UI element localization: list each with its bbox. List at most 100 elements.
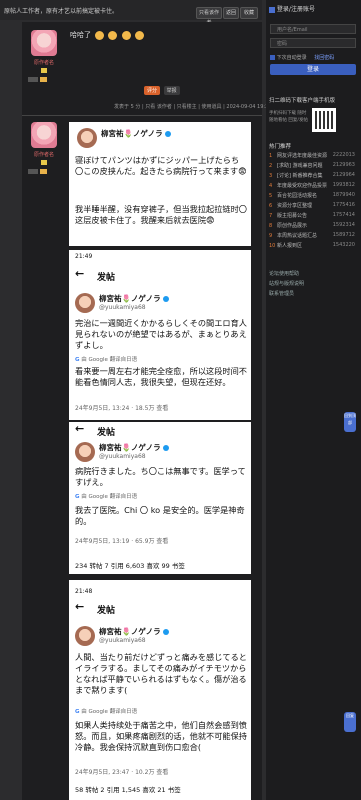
tweet-text-jp: 病院行きました。ち〇こは無事です。医学ってすげえ。: [75, 466, 246, 487]
hot-count: 2222013: [332, 152, 355, 158]
hot-count: 1775416: [332, 202, 355, 208]
page-title: 发帖: [97, 606, 116, 616]
login-button[interactable]: 登录: [270, 64, 356, 75]
user-icon: [269, 6, 275, 13]
qr-section-title: 扫二维码下载客户端手机版: [269, 98, 336, 104]
only-author-button[interactable]: 只看该作者: [196, 7, 222, 26]
hot-count: 1543220: [332, 242, 355, 248]
tweet-text-cn: 看来要一周左右才能完全痊愈，所以这段时间不能看色情同人志，我很失望，但现在还好。: [75, 366, 247, 387]
back-arrow-icon: ←: [75, 422, 85, 435]
post1-actions: 评分 举报: [144, 86, 182, 95]
medal-icon: [41, 160, 47, 165]
laugh-emoji-icon: [121, 30, 131, 40]
hot-item[interactable]: 1 网友评选年度最佳资源 2222013: [269, 152, 357, 159]
hot-count: 2129964: [332, 172, 355, 178]
avatar[interactable]: [31, 30, 57, 56]
hot-count: 2129963: [332, 162, 355, 168]
verified-icon: [162, 629, 169, 635]
tweet-text-jp: 寝ぼけてパンツはかずにジッパー上げたらち〇この皮挟んだ。起きたら病院行って来ます…: [75, 155, 247, 176]
qr-description: 手机扫码下载 随时随地看帖 回复/发帖: [269, 111, 308, 123]
hot-item[interactable]: 3 [讨论] 新番推荐合集 2129964: [269, 172, 357, 179]
post1-username[interactable]: 原作者名: [24, 59, 64, 66]
hot-title: 百合花园活动报名: [277, 193, 318, 199]
gift-icon[interactable]: [39, 169, 47, 174]
username-input[interactable]: 用户名/Email: [270, 24, 356, 34]
medal-icon: [41, 68, 47, 73]
verified-icon: [164, 131, 171, 137]
hot-title: 版主招募公告: [277, 213, 308, 219]
rate-button[interactable]: 评分: [144, 86, 161, 95]
hot-item[interactable]: 2 [求助] 游戏兼容问题 2129963: [269, 162, 357, 169]
favorite-button[interactable]: 收藏: [240, 7, 258, 19]
tweet-text-cn: 我去了医院。Chi 〇 ko 是安全的。医学是神奇的。: [75, 505, 245, 526]
qr-code[interactable]: [312, 108, 336, 132]
tweet-screenshot-1[interactable]: 柳宮祐🌷ノゲノラ 寝ぼけてパンツはかずにジッパー上げたらち〇この皮挟んだ。起きた…: [69, 122, 251, 246]
hot-count: 1879940: [332, 192, 355, 198]
tweet-text-jp: 完治に一週間近くかかるらしくその間エロ育人見られないのが絶望ではあるが、まぁとり…: [75, 318, 247, 350]
hot-title: [讨论] 新番推荐合集: [277, 173, 323, 179]
tweet-text-jp: 人間、当たり前だけどずっと痛みを感じてるとイライラする。ましてその痛みがイチモツ…: [75, 652, 247, 695]
hot-rank: 8: [269, 223, 273, 229]
laugh-emoji-icon: [108, 30, 118, 40]
laugh-emoji-icon: [95, 30, 105, 40]
tweet-screenshot-4[interactable]: 21:48 ← 发帖 柳宮祐🌷ノゲノラ @yuukamiya68 人間、当たり前…: [69, 580, 251, 800]
hot-title: 原创作品展示: [277, 223, 308, 229]
rules-link[interactable]: 站规与版规说明: [269, 280, 304, 287]
hot-item[interactable]: 6 资源分享区整理 1775416: [269, 202, 357, 209]
hot-count: 1589712: [332, 232, 355, 238]
gift-icon[interactable]: [39, 77, 47, 82]
report-button[interactable]: 举报: [163, 86, 180, 95]
back-arrow-icon: ←: [75, 600, 85, 613]
tweet-avatar: [75, 293, 95, 313]
hot-item[interactable]: 8 原创作品展示 1592314: [269, 222, 357, 229]
tweet-screenshot-2[interactable]: 21:49 ← 发帖 柳宮祐🌷ノゲノラ @yuukamiya68 完治に一週間近…: [69, 250, 251, 420]
google-translate-note[interactable]: G 由 Google 翻译自日语: [75, 492, 137, 500]
tweet-avatar: [77, 128, 97, 148]
google-translate-note[interactable]: G 由 Google 翻译自日语: [75, 707, 137, 715]
forgot-password-link[interactable]: 找回密码: [314, 55, 334, 61]
password-input[interactable]: 密码: [270, 38, 356, 48]
remember-row: 下次自动登录 找回密码: [270, 54, 334, 61]
hot-rank: 4: [269, 183, 273, 189]
help-link[interactable]: 论坛使用帮助: [269, 270, 304, 277]
remember-label: 下次自动登录: [276, 55, 307, 61]
hot-item[interactable]: 10 新人报到区 1543220: [269, 242, 357, 249]
avatar[interactable]: [31, 122, 57, 148]
contact-link[interactable]: 联系管理员: [269, 290, 304, 297]
tweet-handle: @yuukamiya68: [99, 453, 146, 460]
hot-item[interactable]: 7 版主招募公告 1757414: [269, 212, 357, 219]
verified-icon: [162, 296, 169, 302]
hot-count: 1993812: [332, 182, 355, 188]
page-title: 发帖: [97, 273, 116, 283]
tweet-screenshot-3[interactable]: ← 发帖 柳宮祐🌷ノゲノラ @yuukamiya68 病院行きました。ち〇こは無…: [69, 422, 251, 574]
post2-username[interactable]: 原作者名: [24, 151, 64, 158]
google-translate-note[interactable]: G 由 Google 翻译自日语: [75, 355, 137, 363]
post1-author: 原作者名: [24, 30, 64, 84]
thread-topbar: 原帖人工作者，原有才艺以前搞定被卡住。 只看该作者 返回 收藏: [0, 0, 262, 26]
sidebar: 登录/注册账号 用户名/Email 密码 下次自动登录 找回密码 登录 扫二维码…: [266, 0, 361, 800]
remember-checkbox[interactable]: [270, 55, 275, 60]
hot-count: 1757414: [332, 212, 355, 218]
hot-rank: 1: [269, 153, 273, 159]
hot-rank: 3: [269, 173, 273, 179]
hot-item[interactable]: 9 本周热议话题汇总 1589712: [269, 232, 357, 239]
tweet-author-name: 柳宮祐🌷ノゲノラ: [101, 128, 171, 139]
tweet-author-name: 柳宮祐🌷ノゲノラ: [99, 293, 169, 304]
post2-author: 原作者名: [24, 122, 64, 176]
hot-item[interactable]: 4 年度最受欢迎作品投票 1993812: [269, 182, 357, 189]
user-actions: [24, 169, 64, 176]
hot-item[interactable]: 5 百合花园活动报名 1879940: [269, 192, 357, 199]
back-to-top-button[interactable]: 回到顶部: [344, 412, 356, 432]
thread-title: 原帖人工作者，原有才艺以前搞定被卡住。: [4, 8, 119, 15]
sidebar-links: 论坛使用帮助 站规与版规说明 联系管理员: [269, 270, 304, 297]
hot-count: 1592314: [332, 222, 355, 228]
reply-float-button[interactable]: 回复: [344, 712, 356, 732]
back-button[interactable]: 返回: [223, 7, 239, 19]
tweet-avatar: [75, 442, 95, 462]
hot-title: 资源分享区整理: [277, 203, 313, 209]
hot-rank: 7: [269, 213, 273, 219]
tweet-meta: 24年9月5日, 13:19 · 65.9万 查看: [75, 538, 169, 545]
tweet-text-cn: 如果人类持续处于痛苦之中，他们自然会感到愤怒。而且，如果疼痛剧烈的话，他就不可能…: [75, 720, 247, 752]
tweet-handle: @yuukamiya68: [99, 637, 146, 644]
tweet-meta: 24年9月5日, 13:24 · 18.5万 查看: [75, 405, 169, 412]
